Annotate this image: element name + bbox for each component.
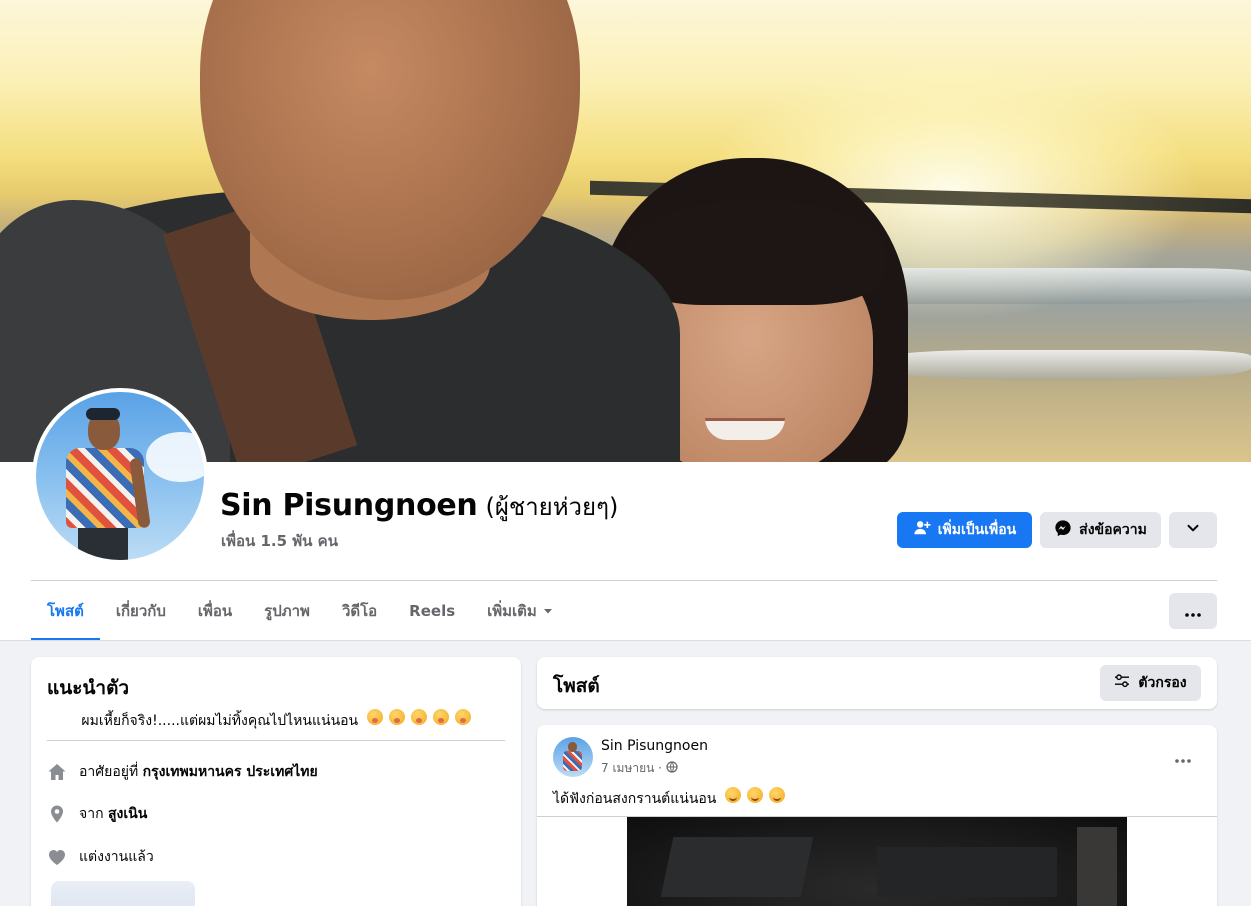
filter-button[interactable]: ตัวกรอง [1100, 665, 1201, 701]
shushing-face-icon [363, 709, 471, 725]
avatar [36, 392, 204, 560]
caret-down-icon [543, 602, 553, 620]
message-label: ส่งข้อความ [1079, 522, 1147, 538]
messenger-icon [1054, 519, 1072, 541]
tab-friends[interactable]: เพื่อน [182, 581, 248, 641]
intro-from-value[interactable]: สูงเนิน [108, 806, 147, 822]
globe-icon [666, 761, 678, 776]
add-friend-label: เพิ่มเป็นเพื่อน [937, 522, 1017, 538]
profile-tabs: โพสต์ เกี่ยวกับ เพื่อน รูปภาพ วิดีโอ Ree… [31, 581, 569, 641]
tab-reels[interactable]: Reels [393, 581, 471, 641]
intro-card: แนะนำตัว ผมเหี้ยก็จริง!.....แต่ผมไม่ทิ้ง… [31, 657, 521, 906]
posts-title: โพสต์ [553, 675, 600, 697]
post-author-avatar[interactable] [553, 737, 593, 777]
intro-title: แนะนำตัว [47, 677, 130, 699]
intro-relationship: แต่งงานแล้ว [47, 846, 154, 868]
sliders-icon [1114, 673, 1130, 693]
smiling-face-icon [721, 787, 785, 803]
post-card: Sin Pisungnoen 7 เมษายน · ได้ฟังก่อนสงกร… [537, 725, 1217, 906]
intro-lives-value[interactable]: กรุงเทพมหานคร ประเทศไทย [143, 764, 318, 780]
intro-lives-in: อาศัยอยู่ที่ กรุงเทพมหานคร ประเทศไทย [47, 761, 318, 783]
post-date[interactable]: 7 เมษายน · [601, 759, 662, 778]
tab-videos[interactable]: วิดีโอ [326, 581, 393, 641]
profile-alt-name: (ผู้ชายห่วยๆ) [485, 493, 619, 521]
post-author-name[interactable]: Sin Pisungnoen [601, 738, 708, 754]
post-meta: 7 เมษายน · [601, 759, 678, 778]
intro-from: จาก สูงเนิน [47, 803, 147, 825]
intro-bio: ผมเหี้ยก็จริง!.....แต่ผมไม่ทิ้งคุณไปไหนแ… [31, 709, 521, 732]
home-icon [47, 762, 67, 782]
featured-photo[interactable] [51, 881, 195, 906]
post-options-button[interactable] [1165, 739, 1201, 775]
ellipsis-icon [1175, 748, 1191, 767]
tabs-overflow-button[interactable] [1169, 593, 1217, 629]
tab-about[interactable]: เกี่ยวกับ [100, 581, 182, 641]
person-plus-icon [913, 519, 931, 541]
profile-name-line: Sin Pisungnoen (ผู้ชายห่วยๆ) [220, 487, 618, 526]
heart-icon [47, 847, 67, 867]
ellipsis-icon [1185, 602, 1201, 621]
friends-count-link[interactable]: เพื่อน 1.5 พัน คน [221, 529, 338, 553]
message-button[interactable]: ส่งข้อความ [1040, 512, 1161, 548]
cover-photo[interactable] [0, 0, 1251, 462]
posts-header-card: โพสต์ ตัวกรอง [537, 657, 1217, 709]
post-media[interactable] [627, 817, 1127, 906]
profile-name: Sin Pisungnoen [220, 488, 478, 523]
profile-picture[interactable] [32, 388, 208, 564]
location-pin-icon [47, 804, 67, 824]
tab-more[interactable]: เพิ่มเติม [471, 581, 569, 641]
tab-posts[interactable]: โพสต์ [31, 581, 100, 641]
add-friend-button[interactable]: เพิ่มเป็นเพื่อน [897, 512, 1032, 548]
more-actions-button[interactable] [1169, 512, 1217, 548]
post-text: ได้ฟังก่อนสงกรานต์แน่นอน [553, 787, 785, 810]
chevron-down-icon [1186, 521, 1200, 539]
filter-label: ตัวกรอง [1138, 675, 1187, 691]
tab-photos[interactable]: รูปภาพ [248, 581, 326, 641]
